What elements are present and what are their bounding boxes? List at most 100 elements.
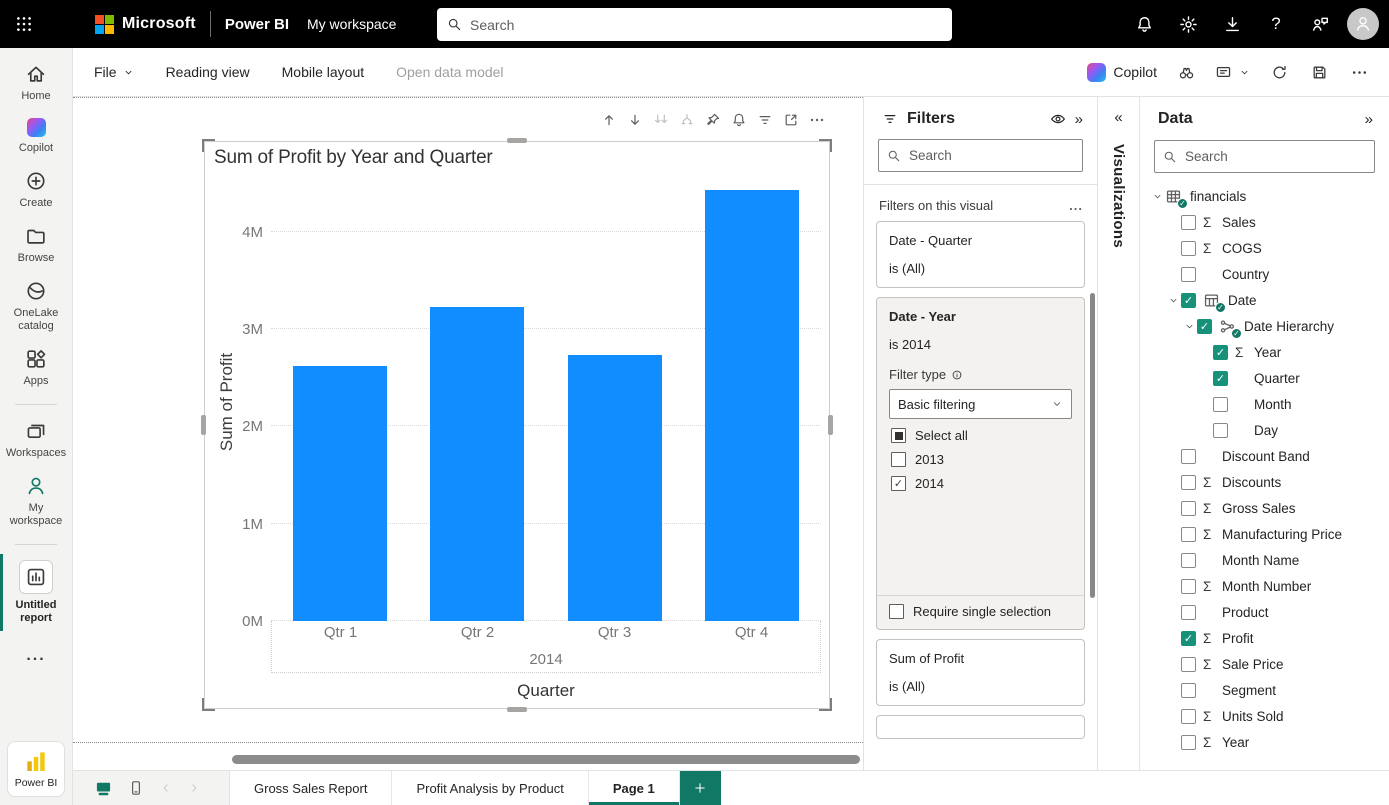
field-row-country[interactable]: Country [1140,261,1389,287]
next-page-icon[interactable] [188,782,200,794]
field-checkbox-checked[interactable]: ✓ [1197,319,1212,334]
field-row-month-number[interactable]: ΣMonth Number [1140,573,1389,599]
field-checkbox[interactable] [1181,683,1196,698]
field-row-day[interactable]: Day [1140,417,1389,443]
filter-type-dropdown[interactable]: Basic filtering [889,389,1072,419]
field-checkbox-checked[interactable]: ✓ [1181,631,1196,646]
field-row-quarter[interactable]: ✓Quarter [1140,365,1389,391]
expand-visualizations-icon[interactable]: « [1098,97,1139,126]
field-row-sales[interactable]: ΣSales [1140,209,1389,235]
download-button[interactable] [1215,7,1249,41]
sidebar-item-create[interactable]: Create [0,170,73,210]
notifications-button[interactable] [1127,7,1161,41]
more-button[interactable] [804,108,830,132]
visualizations-pane-collapsed[interactable]: « Visualizations [1097,97,1140,770]
field-row-date-hierarchy[interactable]: ✓✓Date Hierarchy [1140,313,1389,339]
report-canvas[interactable]: Sum of Profit by Year and Quarter Sum of… [73,97,863,770]
more-options[interactable] [1343,56,1375,88]
sidebar-item-onelake-catalog[interactable]: OneLakecatalog [0,280,73,333]
sidebar-item-my-workspace[interactable]: Myworkspace [0,475,73,528]
bar-qtr-1[interactable] [293,366,387,621]
sidebar-item-workspaces[interactable]: Workspaces [0,420,73,460]
field-checkbox-checked[interactable]: ✓ [1213,345,1228,360]
sidebar-item-copilot[interactable]: Copilot [0,118,73,155]
settings-button[interactable] [1171,7,1205,41]
waffle-menu-icon[interactable] [0,0,48,48]
bar-qtr-4[interactable] [705,190,799,621]
field-checkbox-checked[interactable]: ✓ [1213,371,1228,386]
drill-up-button[interactable] [596,108,622,132]
field-row-discounts[interactable]: ΣDiscounts [1140,469,1389,495]
field-checkbox-checked[interactable]: ✓ [1181,293,1196,308]
field-row-units-sold[interactable]: ΣUnits Sold [1140,703,1389,729]
field-checkbox[interactable] [1181,215,1196,230]
field-checkbox[interactable] [1181,553,1196,568]
field-checkbox[interactable] [1181,267,1196,282]
filters-section-more-icon[interactable]: ... [1069,198,1083,213]
field-row-segment[interactable]: Segment [1140,677,1389,703]
resize-handle-top[interactable] [507,138,527,143]
sidebar-item-home[interactable]: Home [0,63,73,103]
checkbox-indeterminate[interactable] [891,428,906,443]
data-search-box[interactable] [1154,140,1375,173]
field-row-manufacturing-price[interactable]: ΣManufacturing Price [1140,521,1389,547]
field-checkbox[interactable] [1181,527,1196,542]
filter-card-date-year[interactable]: Date - Yearis 2014Filter typeBasic filte… [876,297,1085,630]
field-row-year[interactable]: ✓ΣYear [1140,339,1389,365]
eye-icon[interactable] [1050,111,1066,127]
field-checkbox[interactable] [1181,449,1196,464]
menu-item-mobile-layout[interactable]: Mobile layout [282,64,365,80]
filter-button[interactable] [752,108,778,132]
filters-scrollbar[interactable] [1090,293,1095,598]
field-row-discount-band[interactable]: Discount Band [1140,443,1389,469]
save[interactable] [1303,56,1335,88]
refresh[interactable] [1263,56,1295,88]
data-search-input[interactable] [1185,149,1335,164]
field-checkbox[interactable] [1181,735,1196,750]
field-row-cogs[interactable]: ΣCOGS [1140,235,1389,261]
field-row-month[interactable]: Month [1140,391,1389,417]
field-row-product[interactable]: Product [1140,599,1389,625]
workspace-name[interactable]: My workspace [307,16,396,32]
feedback-button[interactable] [1303,7,1337,41]
search-visuals[interactable] [1170,56,1202,88]
collapse-chevron[interactable] [1181,321,1197,332]
field-checkbox[interactable] [1181,475,1196,490]
menu-item-file[interactable]: File [94,64,134,80]
canvas-horizontal-scrollbar[interactable] [232,755,860,764]
field-checkbox[interactable] [1213,423,1228,438]
alert-button[interactable] [726,108,752,132]
page-tab-page-1[interactable]: Page 1 [589,771,680,805]
sidebar-item-browse[interactable]: Browse [0,225,73,265]
checkbox-checked[interactable]: ✓ [891,476,906,491]
field-row-profit[interactable]: ✓ΣProfit [1140,625,1389,651]
present[interactable] [1210,56,1255,88]
account-avatar[interactable] [1347,8,1379,40]
page-tab-gross-sales-report[interactable]: Gross Sales Report [230,771,392,805]
field-checkbox[interactable] [1181,657,1196,672]
filter-option-2014[interactable]: ✓2014 [889,476,1072,491]
sidebar-more-button[interactable]: ... [26,647,45,665]
global-search-input[interactable] [470,17,910,33]
bar-qtr-3[interactable] [568,355,662,621]
page-tab-profit-analysis-by-product[interactable]: Profit Analysis by Product [392,771,588,805]
drill-down-button[interactable] [622,108,648,132]
checkbox-unchecked[interactable] [889,604,904,619]
filter-option-select-all[interactable]: Select all [889,428,1072,443]
help-button[interactable]: ? [1259,7,1293,41]
resize-handle-right[interactable] [828,415,833,435]
field-row-date[interactable]: ✓✓Date [1140,287,1389,313]
field-checkbox[interactable] [1181,709,1196,724]
require-single-selection-row[interactable]: Require single selection [877,595,1084,629]
field-row-month-name[interactable]: Month Name [1140,547,1389,573]
bar-qtr-2[interactable] [430,307,524,621]
resize-handle-bottom[interactable] [507,707,527,712]
field-checkbox[interactable] [1181,605,1196,620]
field-row-financials[interactable]: ✓financials [1140,183,1389,209]
bar-chart-visual[interactable]: Sum of Profit by Year and Quarter Sum of… [204,141,830,709]
field-row-year[interactable]: ΣYear [1140,729,1389,755]
sidebar-item-untitled-report[interactable]: Untitledreport [0,560,73,625]
field-checkbox[interactable] [1181,241,1196,256]
collapse-chevron[interactable] [1149,191,1165,202]
field-checkbox[interactable] [1213,397,1228,412]
